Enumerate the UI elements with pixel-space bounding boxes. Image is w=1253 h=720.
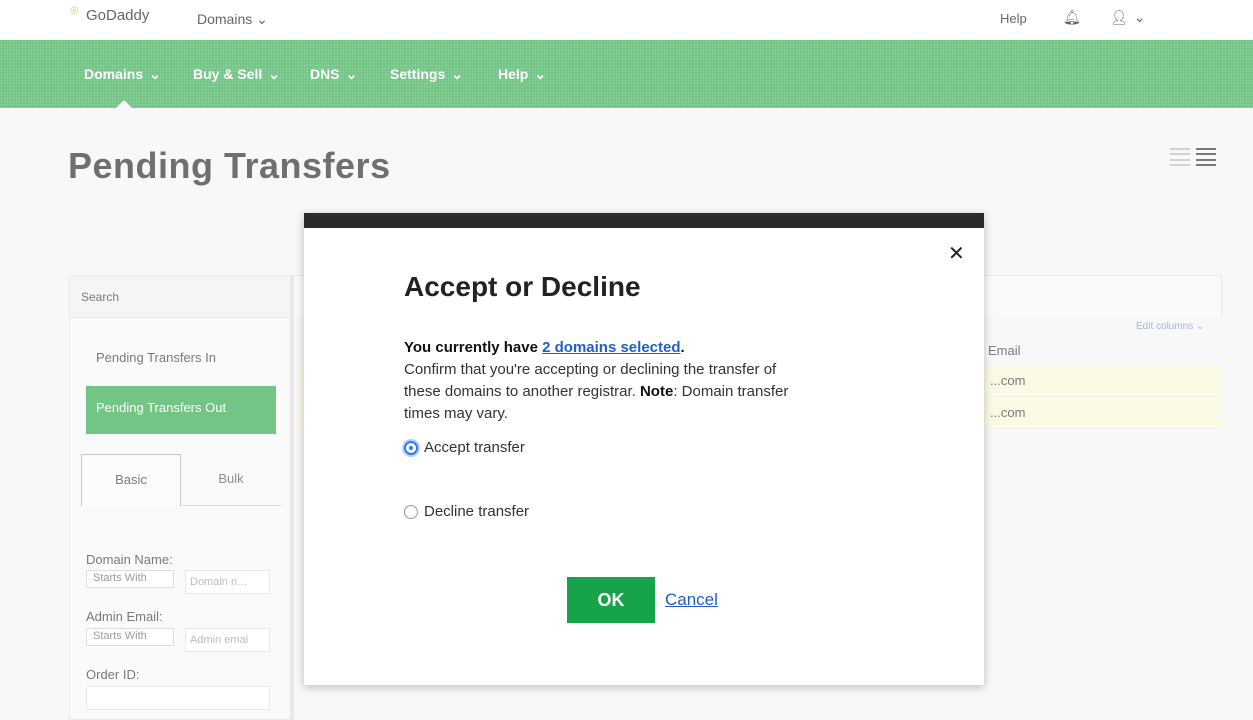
domains-selected-link[interactable]: 2 domains selected [542,339,680,356]
accept-transfer-radio[interactable] [404,440,418,455]
accept-transfer-option[interactable]: Accept transfer [404,439,525,456]
accept-transfer-label[interactable]: Accept transfer [424,439,525,456]
intro-suffix: . [680,339,685,356]
dialog-title: Accept or Decline [404,271,641,302]
note-label: Note [639,383,674,400]
decline-transfer-option[interactable]: Decline transfer [404,503,529,520]
dialog-top-bar [304,213,984,228]
intro-prefix: You currently have [404,339,543,356]
cancel-link[interactable]: Cancel [665,590,718,610]
ok-button[interactable]: OK [567,577,655,623]
close-icon[interactable]: ✕ [948,243,965,265]
decline-transfer-label[interactable]: Decline transfer [424,503,529,520]
dialog-message: You currently have 2 domains selected. C… [404,337,794,425]
decline-transfer-radio[interactable] [404,504,418,519]
accept-decline-dialog: ✕ Accept or Decline You currently have 2… [304,213,984,685]
